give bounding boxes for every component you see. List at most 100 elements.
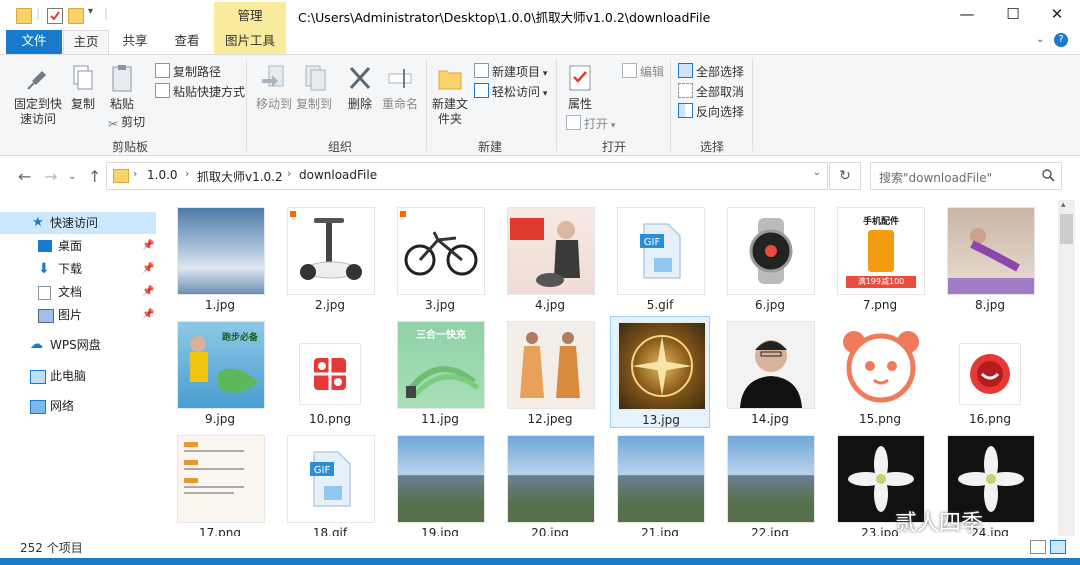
breadcrumb-separator[interactable]: › bbox=[185, 167, 189, 180]
file-tile[interactable]: 3.jpg bbox=[390, 202, 490, 314]
file-thumbnail bbox=[398, 208, 484, 294]
recent-locations-chevron-icon[interactable]: ⌄ bbox=[68, 171, 76, 182]
file-tile[interactable]: 2.jpg bbox=[280, 202, 380, 314]
nav-item-desktop[interactable]: 桌面 📌 bbox=[0, 235, 156, 257]
file-tile[interactable]: 手机配件 满199减100 7.png bbox=[830, 202, 930, 314]
pin-quick-access-button[interactable]: 固定到快速访问 bbox=[10, 63, 66, 127]
open-button[interactable]: 打开 ▾ bbox=[566, 115, 615, 134]
help-icon[interactable]: ? bbox=[1054, 33, 1068, 47]
invert-selection-button[interactable]: 反向选择 bbox=[678, 103, 744, 120]
file-tile[interactable]: 20.jpg bbox=[500, 430, 600, 536]
file-tile[interactable]: 4.jpg bbox=[500, 202, 600, 314]
tab-share[interactable]: 共享 bbox=[112, 30, 158, 54]
file-tile[interactable]: 21.jpg bbox=[610, 430, 710, 536]
large-icons-view-icon[interactable] bbox=[1050, 540, 1066, 554]
file-name: 21.jpg bbox=[641, 526, 679, 536]
edit-button[interactable]: 编辑 bbox=[622, 63, 664, 80]
nav-item-label: 桌面 bbox=[58, 239, 83, 253]
file-tile[interactable]: 19.jpg bbox=[390, 430, 490, 536]
chevron-down-icon[interactable]: ⌄ bbox=[813, 167, 821, 178]
thumbnail-badge: 满199减100 bbox=[846, 276, 916, 288]
breadcrumb-separator[interactable]: › bbox=[287, 167, 291, 180]
pin-icon[interactable]: 📌 bbox=[142, 258, 154, 280]
file-tile-selected[interactable]: 13.jpg bbox=[610, 316, 710, 428]
nav-item-downloads[interactable]: ⬇ 下载 📌 bbox=[0, 258, 156, 280]
file-tile[interactable]: 17.png bbox=[170, 430, 270, 536]
nav-item-label: 此电脑 bbox=[50, 369, 87, 383]
pin-icon[interactable]: 📌 bbox=[142, 281, 154, 303]
select-none-button[interactable]: 全部取消 bbox=[678, 83, 744, 100]
file-tile[interactable]: 三合一快充 11.jpg bbox=[390, 316, 490, 428]
open-icon bbox=[566, 115, 581, 130]
pin-icon[interactable]: 📌 bbox=[142, 235, 154, 257]
nav-item-quick-access[interactable]: ★ 快速访问 bbox=[0, 212, 156, 234]
thumbnail-text: 三合一快充 bbox=[416, 330, 466, 341]
file-tile[interactable]: 跑步必备 9.jpg bbox=[170, 316, 270, 428]
new-item-button[interactable]: 新建项目 ▾ bbox=[474, 63, 547, 82]
group-label-open: 打开 bbox=[601, 140, 626, 154]
paste-button[interactable]: 粘贴 bbox=[104, 63, 140, 112]
address-bar[interactable]: › 1.0.0 › 抓取大师v1.0.2 › downloadFile ⌄ bbox=[106, 162, 828, 190]
file-tile[interactable]: 6.jpg bbox=[720, 202, 820, 314]
scrollbar-thumb[interactable] bbox=[1060, 214, 1073, 244]
back-arrow-icon[interactable]: ← bbox=[18, 167, 31, 186]
nav-item-documents[interactable]: 文档 📌 bbox=[0, 281, 156, 303]
select-all-button[interactable]: 全部选择 bbox=[678, 63, 744, 80]
tab-view[interactable]: 查看 bbox=[164, 30, 210, 54]
star-icon: ★ bbox=[32, 215, 44, 230]
chevron-down-icon[interactable]: ⌄ bbox=[1036, 34, 1044, 45]
file-tile[interactable]: 1.jpg bbox=[170, 202, 270, 314]
file-tile[interactable]: 22.jpg bbox=[720, 430, 820, 536]
nav-item-network[interactable]: 网络 bbox=[0, 395, 156, 417]
file-thumbnail bbox=[288, 208, 374, 294]
breadcrumb-item[interactable]: 抓取大师v1.0.2 bbox=[197, 168, 283, 185]
forward-arrow-icon[interactable]: → bbox=[44, 167, 57, 186]
folder-icon[interactable] bbox=[16, 8, 32, 24]
copy-to-button[interactable]: 复制到 bbox=[294, 63, 334, 112]
tab-picture-tools[interactable]: 图片工具 bbox=[214, 30, 286, 54]
new-folder-icon bbox=[436, 63, 464, 93]
tab-file[interactable]: 文件 bbox=[6, 30, 62, 54]
refresh-button[interactable]: ↻ bbox=[829, 162, 861, 190]
status-bar: 252 个项目 bbox=[0, 536, 1080, 558]
file-thumbnail: 跑步必备 bbox=[178, 322, 264, 408]
search-box[interactable]: 搜索"downloadFile" bbox=[870, 162, 1062, 190]
file-tile[interactable]: 16.png bbox=[940, 316, 1040, 428]
easy-access-button[interactable]: 轻松访问 ▾ bbox=[474, 83, 547, 102]
file-tile[interactable]: 10.png bbox=[280, 316, 380, 428]
up-arrow-icon[interactable]: ↑ bbox=[88, 167, 101, 186]
delete-button[interactable]: 删除 bbox=[340, 63, 380, 112]
rename-button[interactable]: 重命名 bbox=[380, 63, 420, 112]
nav-item-pictures[interactable]: 图片 📌 bbox=[0, 304, 156, 326]
file-tile[interactable]: 15.png bbox=[830, 316, 930, 428]
chevron-down-icon: ▾ bbox=[540, 89, 548, 99]
close-button[interactable]: ✕ bbox=[1034, 0, 1080, 30]
scroll-up-arrow-icon[interactable]: ▴ bbox=[1061, 200, 1066, 210]
nav-item-this-pc[interactable]: 此电脑 bbox=[0, 365, 156, 387]
file-tile[interactable]: GIF 18.gif bbox=[280, 430, 380, 536]
new-folder-button[interactable]: 新建文件夹 bbox=[430, 63, 470, 127]
new-folder-icon[interactable] bbox=[68, 8, 84, 24]
file-tile[interactable]: 8.jpg bbox=[940, 202, 1040, 314]
breadcrumb-separator[interactable]: › bbox=[133, 167, 137, 180]
maximize-button[interactable]: ☐ bbox=[990, 0, 1036, 30]
vertical-scrollbar[interactable]: ▴ bbox=[1058, 200, 1075, 536]
tab-home[interactable]: 主页 bbox=[63, 30, 109, 55]
move-to-button[interactable]: 移动到 bbox=[254, 63, 294, 112]
copy-button[interactable]: 复制 bbox=[66, 63, 100, 112]
chevron-down-icon[interactable]: ▾ bbox=[88, 6, 93, 17]
file-tile[interactable]: 14.jpg bbox=[720, 316, 820, 428]
paste-shortcut-button[interactable]: 粘贴快捷方式 bbox=[155, 83, 245, 100]
copy-path-button[interactable]: 复制路径 bbox=[155, 63, 221, 80]
minimize-button[interactable]: — bbox=[944, 0, 990, 30]
nav-item-wps-cloud[interactable]: ☁ WPS网盘 bbox=[0, 334, 156, 356]
properties-icon[interactable] bbox=[47, 8, 63, 24]
file-tile[interactable]: 12.jpeg bbox=[500, 316, 600, 428]
breadcrumb-item[interactable]: 1.0.0 bbox=[147, 168, 178, 182]
pin-icon[interactable]: 📌 bbox=[142, 304, 154, 326]
details-view-icon[interactable] bbox=[1030, 540, 1046, 554]
breadcrumb-item[interactable]: downloadFile bbox=[299, 168, 377, 182]
file-tile[interactable]: GIF 5.gif bbox=[610, 202, 710, 314]
properties-button[interactable]: 属性 bbox=[560, 63, 600, 112]
cut-button[interactable]: ✂ 剪切 bbox=[108, 115, 145, 131]
